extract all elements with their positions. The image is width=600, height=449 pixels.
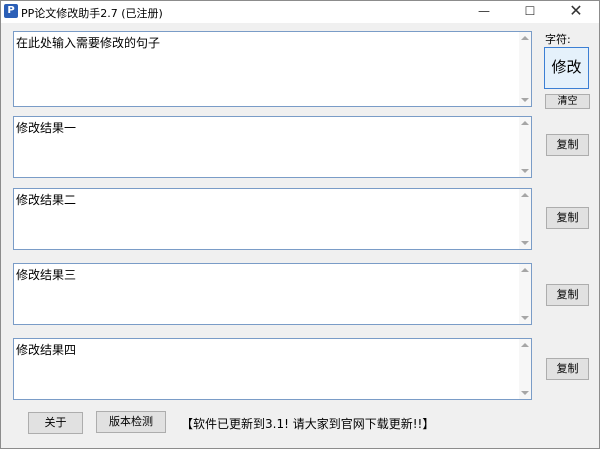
window-title: PP论文修改助手2.7 (已注册)	[21, 7, 163, 20]
result-textarea-4[interactable]: 修改结果四	[13, 338, 532, 400]
result-scrollbar-3[interactable]	[519, 264, 531, 324]
about-button[interactable]: 关于	[28, 412, 83, 434]
clear-button[interactable]: 清空	[545, 94, 590, 109]
title-bar: P PP论文修改助手2.7 (已注册) — ☐ ✕	[1, 1, 599, 23]
scroll-down-arrow-icon[interactable]	[521, 391, 529, 395]
scroll-down-arrow-icon[interactable]	[521, 98, 529, 102]
app-window: P PP论文修改助手2.7 (已注册) — ☐ ✕ 在此处输入需要修改的句子 字…	[0, 0, 600, 449]
char-count-label: 字符:	[545, 33, 571, 46]
maximize-button[interactable]: ☐	[507, 1, 553, 23]
result-label-3: 修改结果三	[16, 268, 77, 282]
copy-button-3[interactable]: 复制	[546, 284, 589, 306]
app-icon: P	[4, 4, 18, 18]
update-notice: 【软件已更新到3.1! 请大家到官网下载更新!!】	[181, 417, 435, 431]
result-textarea-3[interactable]: 修改结果三	[13, 263, 532, 325]
modify-button[interactable]: 修改	[544, 47, 589, 89]
copy-button-2[interactable]: 复制	[546, 207, 589, 229]
scroll-up-arrow-icon[interactable]	[521, 343, 529, 347]
scroll-down-arrow-icon[interactable]	[521, 169, 529, 173]
close-button[interactable]: ✕	[553, 1, 599, 23]
copy-button-1[interactable]: 复制	[546, 134, 589, 156]
scroll-up-arrow-icon[interactable]	[521, 121, 529, 125]
input-text: 在此处输入需要修改的句子	[16, 36, 161, 50]
scroll-down-arrow-icon[interactable]	[521, 241, 529, 245]
input-textarea[interactable]: 在此处输入需要修改的句子	[13, 31, 532, 107]
result-label-4: 修改结果四	[16, 343, 77, 357]
version-check-button[interactable]: 版本检测	[96, 411, 166, 433]
scroll-down-arrow-icon[interactable]	[521, 316, 529, 320]
result-scrollbar-4[interactable]	[519, 339, 531, 399]
result-scrollbar-1[interactable]	[519, 117, 531, 177]
result-label-1: 修改结果一	[16, 121, 77, 135]
minimize-button[interactable]: —	[461, 1, 507, 23]
result-scrollbar-2[interactable]	[519, 189, 531, 249]
result-textarea-2[interactable]: 修改结果二	[13, 188, 532, 250]
scroll-up-arrow-icon[interactable]	[521, 268, 529, 272]
scroll-up-arrow-icon[interactable]	[521, 193, 529, 197]
result-label-2: 修改结果二	[16, 193, 77, 207]
copy-button-4[interactable]: 复制	[546, 358, 589, 380]
input-scrollbar[interactable]	[519, 32, 531, 106]
scroll-up-arrow-icon[interactable]	[521, 36, 529, 40]
result-textarea-1[interactable]: 修改结果一	[13, 116, 532, 178]
